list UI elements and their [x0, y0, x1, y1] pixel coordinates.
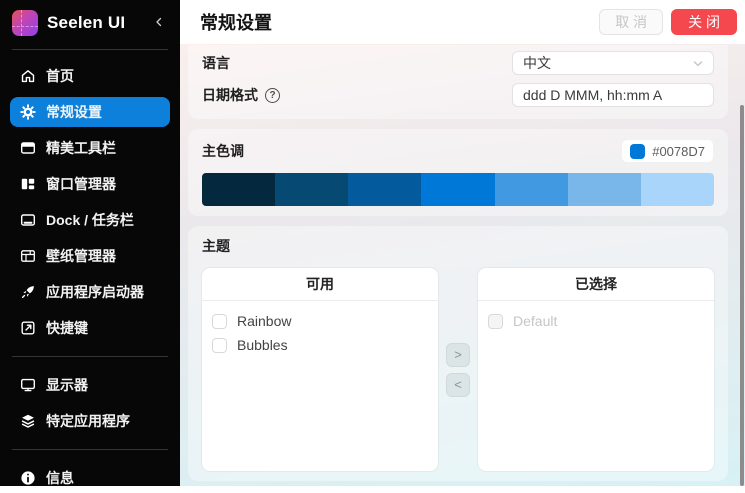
sidebar-item-label: 壁纸管理器 [46, 246, 116, 266]
app-logo [12, 10, 38, 36]
palette-swatch [421, 173, 494, 206]
theme-item-rainbow[interactable]: Rainbow [212, 310, 428, 332]
accent-color-label: 主色调 [202, 141, 244, 161]
sidebar-item-toolbar[interactable]: 精美工具栏 [10, 133, 170, 163]
theme-item-label: Bubbles [237, 337, 288, 353]
sidebar-item-label: 特定应用程序 [46, 411, 130, 431]
sidebar-item-dock-taskbar[interactable]: Dock / 任务栏 [10, 205, 170, 235]
palette-swatch [202, 173, 275, 206]
checkbox-icon[interactable] [212, 338, 227, 353]
dock-icon [20, 212, 36, 228]
date-format-label: 日期格式 ? [202, 85, 280, 105]
shortcut-icon [20, 320, 36, 336]
theme-item-default: Default [488, 310, 704, 332]
sidebar-divider [12, 449, 168, 450]
sidebar-item-specific-apps[interactable]: 特定应用程序 [10, 406, 170, 436]
sidebar-item-information[interactable]: 信息 [10, 463, 170, 493]
layers-icon [20, 413, 36, 429]
page-title: 常规设置 [200, 9, 591, 35]
wallpaper-icon [20, 248, 36, 264]
palette-swatch [568, 173, 641, 206]
sidebar-divider [12, 356, 168, 357]
sidebar-item-monitors[interactable]: 显示器 [10, 370, 170, 400]
date-format-label-text: 日期格式 [202, 85, 258, 105]
themes-card: 主题 可用 Rainbow Bubbles [188, 226, 728, 481]
sidebar-item-label: 显示器 [46, 375, 88, 395]
scrollbar-thumb[interactable] [740, 105, 744, 486]
sidebar-nav: 首页 常规设置 精美工具栏 窗口管理器 Dock / 任务栏 壁纸管理器 应用程… [10, 61, 170, 493]
sidebar-item-app-launcher[interactable]: 应用程序启动器 [10, 277, 170, 307]
selected-themes-header: 已选择 [478, 268, 714, 301]
sidebar-item-label: 精美工具栏 [46, 138, 116, 158]
sidebar-item-label: 快捷键 [46, 318, 88, 338]
checkbox-icon [488, 314, 503, 329]
palette-swatch [641, 173, 714, 206]
sidebar-item-wallpaper-manager[interactable]: 壁纸管理器 [10, 241, 170, 271]
sidebar-item-label: 首页 [46, 66, 74, 86]
chevron-down-icon [693, 55, 703, 71]
themes-transfer: 可用 Rainbow Bubbles > < [202, 268, 714, 471]
accent-color-picker-button[interactable]: #0078D7 [621, 139, 714, 163]
move-right-button[interactable]: > [446, 343, 470, 367]
close-button[interactable]: 关 闭 [671, 9, 737, 35]
selected-themes-list: Default [478, 301, 714, 341]
palette-swatch [275, 173, 348, 206]
language-select[interactable]: 中文 [512, 51, 714, 75]
sidebar-item-label: 窗口管理器 [46, 174, 116, 194]
language-select-value: 中文 [523, 53, 551, 73]
available-themes-header: 可用 [202, 268, 438, 301]
info-icon [20, 470, 36, 486]
accent-color-card: 主色调 #0078D7 [188, 129, 728, 216]
move-left-button[interactable]: < [446, 373, 470, 397]
sidebar-item-label: 信息 [46, 468, 74, 488]
accent-color-row: 主色调 #0078D7 [202, 137, 714, 165]
available-themes-panel: 可用 Rainbow Bubbles [202, 268, 438, 471]
theme-item-label: Default [513, 313, 557, 329]
sidebar-divider [12, 49, 168, 50]
sidebar-collapse-button[interactable] [150, 14, 168, 32]
date-format-row: 日期格式 ? ddd D MMM, hh:mm A [202, 79, 714, 111]
sidebar: Seelen UI 首页 常规设置 精美工具栏 窗口管理器 Dock / 任务栏 [0, 0, 180, 486]
sidebar-item-label: 常规设置 [46, 102, 102, 122]
checkbox-icon[interactable] [212, 314, 227, 329]
cancel-button[interactable]: 取 消 [599, 9, 663, 35]
help-question-icon[interactable]: ? [265, 88, 280, 103]
sidebar-item-label: Dock / 任务栏 [46, 210, 134, 230]
transfer-buttons: > < [438, 268, 478, 471]
sidebar-item-label: 应用程序启动器 [46, 282, 144, 302]
language-label: 语言 [202, 53, 230, 73]
sidebar-item-general-settings[interactable]: 常规设置 [10, 97, 170, 127]
selected-themes-panel: 已选择 Default [478, 268, 714, 471]
accent-color-hex: #0078D7 [652, 144, 705, 159]
available-themes-list: Rainbow Bubbles [202, 301, 438, 365]
settings-scroll-area: 语言 中文 日期格式 ? ddd D MMM, hh:mm A [180, 44, 745, 486]
monitor-icon [20, 377, 36, 393]
palette-swatch [495, 173, 568, 206]
chevron-left-icon [154, 14, 164, 32]
theme-item-label: Rainbow [237, 313, 291, 329]
toolbar-icon [20, 140, 36, 156]
sidebar-item-home[interactable]: 首页 [10, 61, 170, 91]
palette-swatch [348, 173, 421, 206]
date-format-input[interactable]: ddd D MMM, hh:mm A [512, 83, 714, 107]
app-logo-row: Seelen UI [10, 8, 170, 42]
main-content: 常规设置 取 消 关 闭 语言 中文 日期格式 ? ddd [180, 0, 745, 486]
themes-label: 主题 [202, 234, 714, 258]
window-manager-icon [20, 176, 36, 192]
sidebar-item-window-manager[interactable]: 窗口管理器 [10, 169, 170, 199]
page-header: 常规设置 取 消 关 闭 [180, 0, 745, 44]
date-format-value: ddd D MMM, hh:mm A [523, 87, 662, 103]
accent-color-palette [202, 173, 714, 206]
app-title: Seelen UI [47, 13, 141, 33]
rocket-icon [20, 284, 36, 300]
general-settings-card: 语言 中文 日期格式 ? ddd D MMM, hh:mm A [188, 45, 728, 119]
language-row: 语言 中文 [202, 47, 714, 79]
theme-item-bubbles[interactable]: Bubbles [212, 334, 428, 356]
sidebar-item-shortcuts[interactable]: 快捷键 [10, 313, 170, 343]
home-icon [20, 68, 36, 84]
accent-color-swatch [630, 144, 645, 159]
gear-icon [20, 104, 36, 120]
